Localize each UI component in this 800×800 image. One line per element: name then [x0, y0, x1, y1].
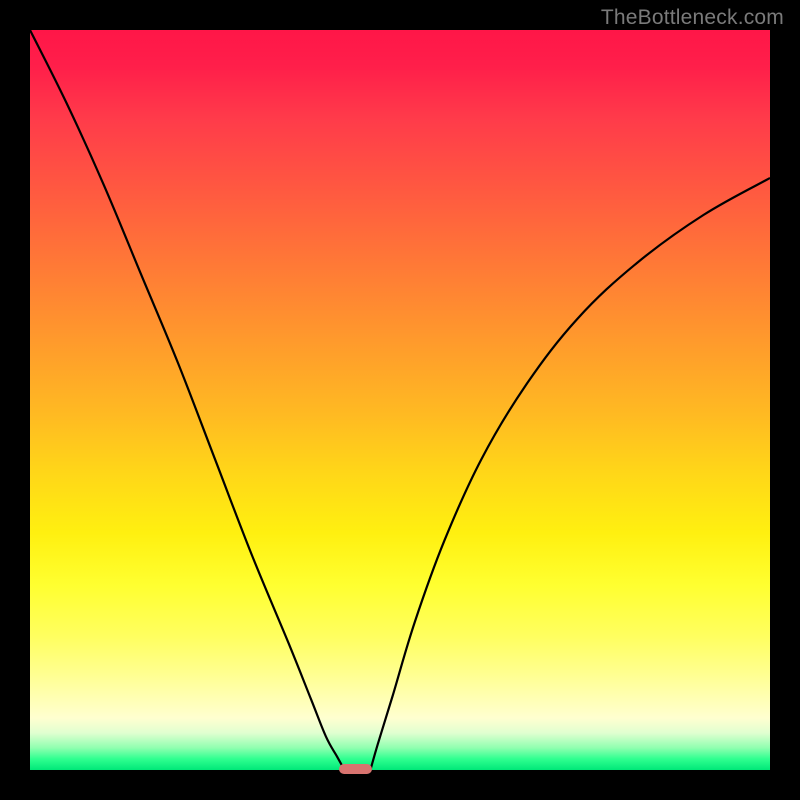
left-curve — [30, 30, 345, 770]
watermark-text: TheBottleneck.com — [601, 6, 784, 30]
chart-container: TheBottleneck.com — [0, 0, 800, 800]
bottleneck-marker — [339, 764, 372, 774]
curves-svg — [30, 30, 770, 770]
right-curve — [370, 178, 770, 770]
